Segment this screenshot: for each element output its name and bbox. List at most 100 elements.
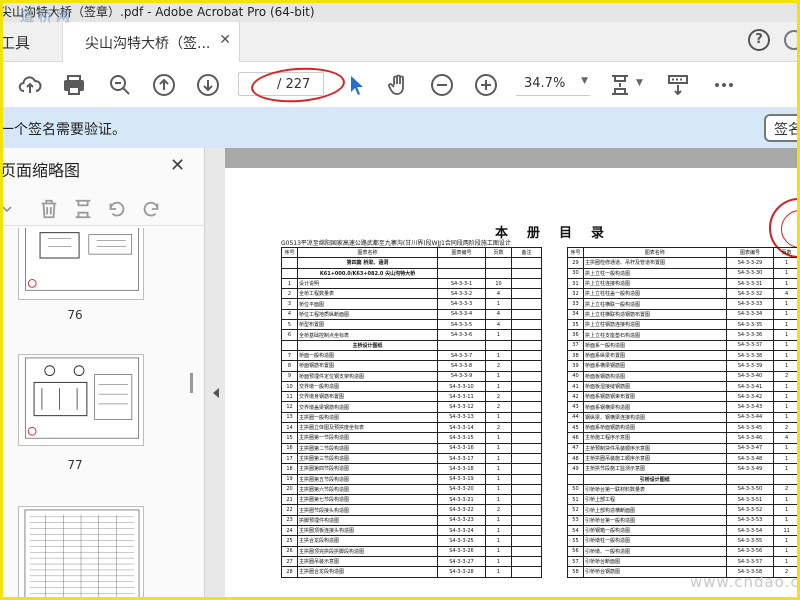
cell-code: S4-3-3-56 xyxy=(725,545,775,557)
cell-remark xyxy=(511,288,542,300)
hand-tool-icon[interactable] xyxy=(386,73,410,97)
extract-pages-icon[interactable] xyxy=(72,198,94,220)
cell-code: S4-3-3-44 xyxy=(725,411,775,424)
cell-pages: 1 xyxy=(485,555,512,568)
cell-no: 8 xyxy=(281,360,298,372)
cell-code: S4-3-3-52 xyxy=(725,504,775,516)
options-chevron-icon[interactable] xyxy=(0,198,12,220)
trash-icon[interactable] xyxy=(38,198,60,220)
page-view-chevron-icon[interactable]: ▼ xyxy=(636,78,643,88)
cell-pages: 1 xyxy=(485,442,512,454)
thumbnail-list[interactable]: 76 77 xyxy=(0,228,205,600)
cell-name: 桥面系桥面钢筋构造图 xyxy=(582,422,727,434)
tab-tools[interactable]: 工具 xyxy=(0,32,30,53)
cell-no: 36 xyxy=(567,329,584,341)
cell-pages: 1 xyxy=(773,267,800,279)
thumbnail-page-number: 76 xyxy=(67,308,83,322)
table-row: 17 主拱圈第三节段构造图 S4-3-3-17 1 xyxy=(281,452,542,465)
cell-name: 主拱圈第一节段构造图 xyxy=(297,432,438,444)
cell-no: 3 xyxy=(281,298,298,310)
cell-no: 51 xyxy=(567,494,584,506)
zoom-out-icon[interactable] xyxy=(430,73,454,97)
tab-document[interactable]: 尖山沟特大桥（签... ✕ xyxy=(62,22,240,62)
cell-pages: 1 xyxy=(485,463,512,475)
previous-page-icon[interactable] xyxy=(152,73,176,97)
table-row: 41 桥面板湿接缝钢筋图 S4-3-3-41 1 xyxy=(567,380,800,393)
scroll-mode-icon[interactable] xyxy=(666,73,690,97)
col-header-pages: 页数 xyxy=(773,246,800,259)
page-thumbnail[interactable] xyxy=(18,506,144,600)
cell-code: S4-3-3-5 xyxy=(437,319,486,331)
cell-code: S4-3-3-16 xyxy=(437,442,486,454)
close-tab-icon[interactable]: ✕ xyxy=(219,32,231,48)
cell-name: 主拱圈第七节段构造图 xyxy=(297,494,438,506)
cell-no: 25 xyxy=(281,535,298,547)
rotate-left-icon[interactable] xyxy=(106,198,128,220)
table-row: 33 拱上立柱横联一般构造图 S4-3-3-33 1 xyxy=(567,298,800,310)
cell-name: 桥面预埋件定位钢支架构造图 xyxy=(297,370,438,382)
table-row: 55 引桥墩柱一般构造图 S4-3-3-55 1 xyxy=(567,535,800,547)
next-page-icon[interactable] xyxy=(196,73,220,97)
cell-no: 2 xyxy=(281,288,298,300)
cell-code: S4-3-3-9 xyxy=(437,370,486,382)
cell-name: 主拱圈第二节段构造图 xyxy=(297,442,438,454)
user-icon[interactable] xyxy=(784,30,800,50)
cell-code: S4-3-3-12 xyxy=(437,401,486,413)
cell-name: 主拱圈第四节段构造图 xyxy=(297,463,438,475)
cell-name: 主桥设计图纸 xyxy=(297,339,438,351)
cell-code: S4-3-3-8 xyxy=(437,360,486,372)
page-thumbnail[interactable] xyxy=(18,228,144,300)
cell-code: S4-3-3-26 xyxy=(437,545,486,557)
cell-no: 37 xyxy=(567,339,584,351)
print-icon[interactable] xyxy=(62,73,86,97)
cell-code: S4-3-3-11 xyxy=(437,391,486,403)
cell-pages: 2 xyxy=(485,360,512,372)
cell-code xyxy=(437,267,486,279)
table-row: 5 桥型布置图 S4-3-3-5 4 xyxy=(281,319,542,331)
zoom-level-select[interactable]: 34.7% ▼ xyxy=(516,72,590,96)
cell-code: S4-3-3-31 xyxy=(725,277,775,290)
document-view[interactable]: 本册目录 G0513平凉至绵阳国家高速公路武都至九寨沟(甘川界)段WJJ1合同段… xyxy=(205,148,800,600)
page-thumbnail[interactable] xyxy=(18,354,144,446)
cloud-upload-icon[interactable] xyxy=(18,73,42,97)
cell-remark xyxy=(511,308,542,321)
panel-resize-handle[interactable] xyxy=(190,373,193,393)
zoom-search-icon[interactable] xyxy=(108,73,132,97)
collapse-panel-icon[interactable] xyxy=(213,388,219,398)
page-view-icon[interactable] xyxy=(608,73,632,97)
zoom-in-icon[interactable] xyxy=(474,73,498,97)
signature-message-bar: 一个签名需要验证。 签名 xyxy=(0,108,800,148)
cell-code: S4-3-3-57 xyxy=(725,555,775,568)
help-icon[interactable]: ? xyxy=(748,29,770,51)
cell-remark xyxy=(511,555,542,568)
cell-remark xyxy=(511,535,542,547)
cell-name: 主拱圈吊装示意图 xyxy=(297,555,438,568)
select-cursor-icon[interactable] xyxy=(344,73,368,97)
table-row: 35 拱上立柱钢筋连接构造图 S4-3-3-35 1 xyxy=(567,319,800,331)
table-row: 47 主桥预制块件吊装顺序示意图 S4-3-3-47 1 xyxy=(567,442,800,454)
zoom-level-value: 34.7% xyxy=(524,76,566,91)
table-header-row: 序号 图表名称 图表编号 页数 备注 xyxy=(281,246,542,259)
cell-code: S4-3-3-17 xyxy=(437,452,486,465)
table-row: 52 引桥上部构造横断面图 S4-3-3-52 1 xyxy=(567,504,800,516)
cell-pages: 1 xyxy=(773,411,800,424)
cell-remark xyxy=(511,298,542,310)
table-row: 10 交界墩一般构造图 S4-3-3-10 1 xyxy=(281,380,542,393)
more-options-icon[interactable] xyxy=(712,73,736,97)
cell-name: 主拱合龙段构造图 xyxy=(297,535,438,547)
cell-no: 10 xyxy=(281,380,298,393)
cell-no: 23 xyxy=(281,514,298,527)
rotate-right-icon[interactable] xyxy=(140,198,162,220)
cell-name: 主拱圈顶板连接头构造图 xyxy=(297,525,438,537)
index-table-left: 序号 图表名称 图表编号 页数 备注 第四篇 桥梁、涵洞 K61+000.0/K6… xyxy=(281,246,542,578)
cell-pages: 4 xyxy=(773,288,800,300)
table-row: 14 主拱圈立体图及预拱度坐标表 S4-3-3-14 2 xyxy=(281,422,542,434)
cell-no: 6 xyxy=(281,329,298,341)
close-panel-icon[interactable]: ✕ xyxy=(170,155,185,176)
cell-no: 35 xyxy=(567,319,584,331)
cell-pages: 1 xyxy=(773,277,800,290)
cell-pages xyxy=(485,267,512,279)
signature-panel-button[interactable]: 签名 xyxy=(764,114,800,142)
table-row: 32 拱上立柱柱盖一般构造图 S4-3-3-32 4 xyxy=(567,288,800,300)
previous-page-edge xyxy=(225,148,800,168)
